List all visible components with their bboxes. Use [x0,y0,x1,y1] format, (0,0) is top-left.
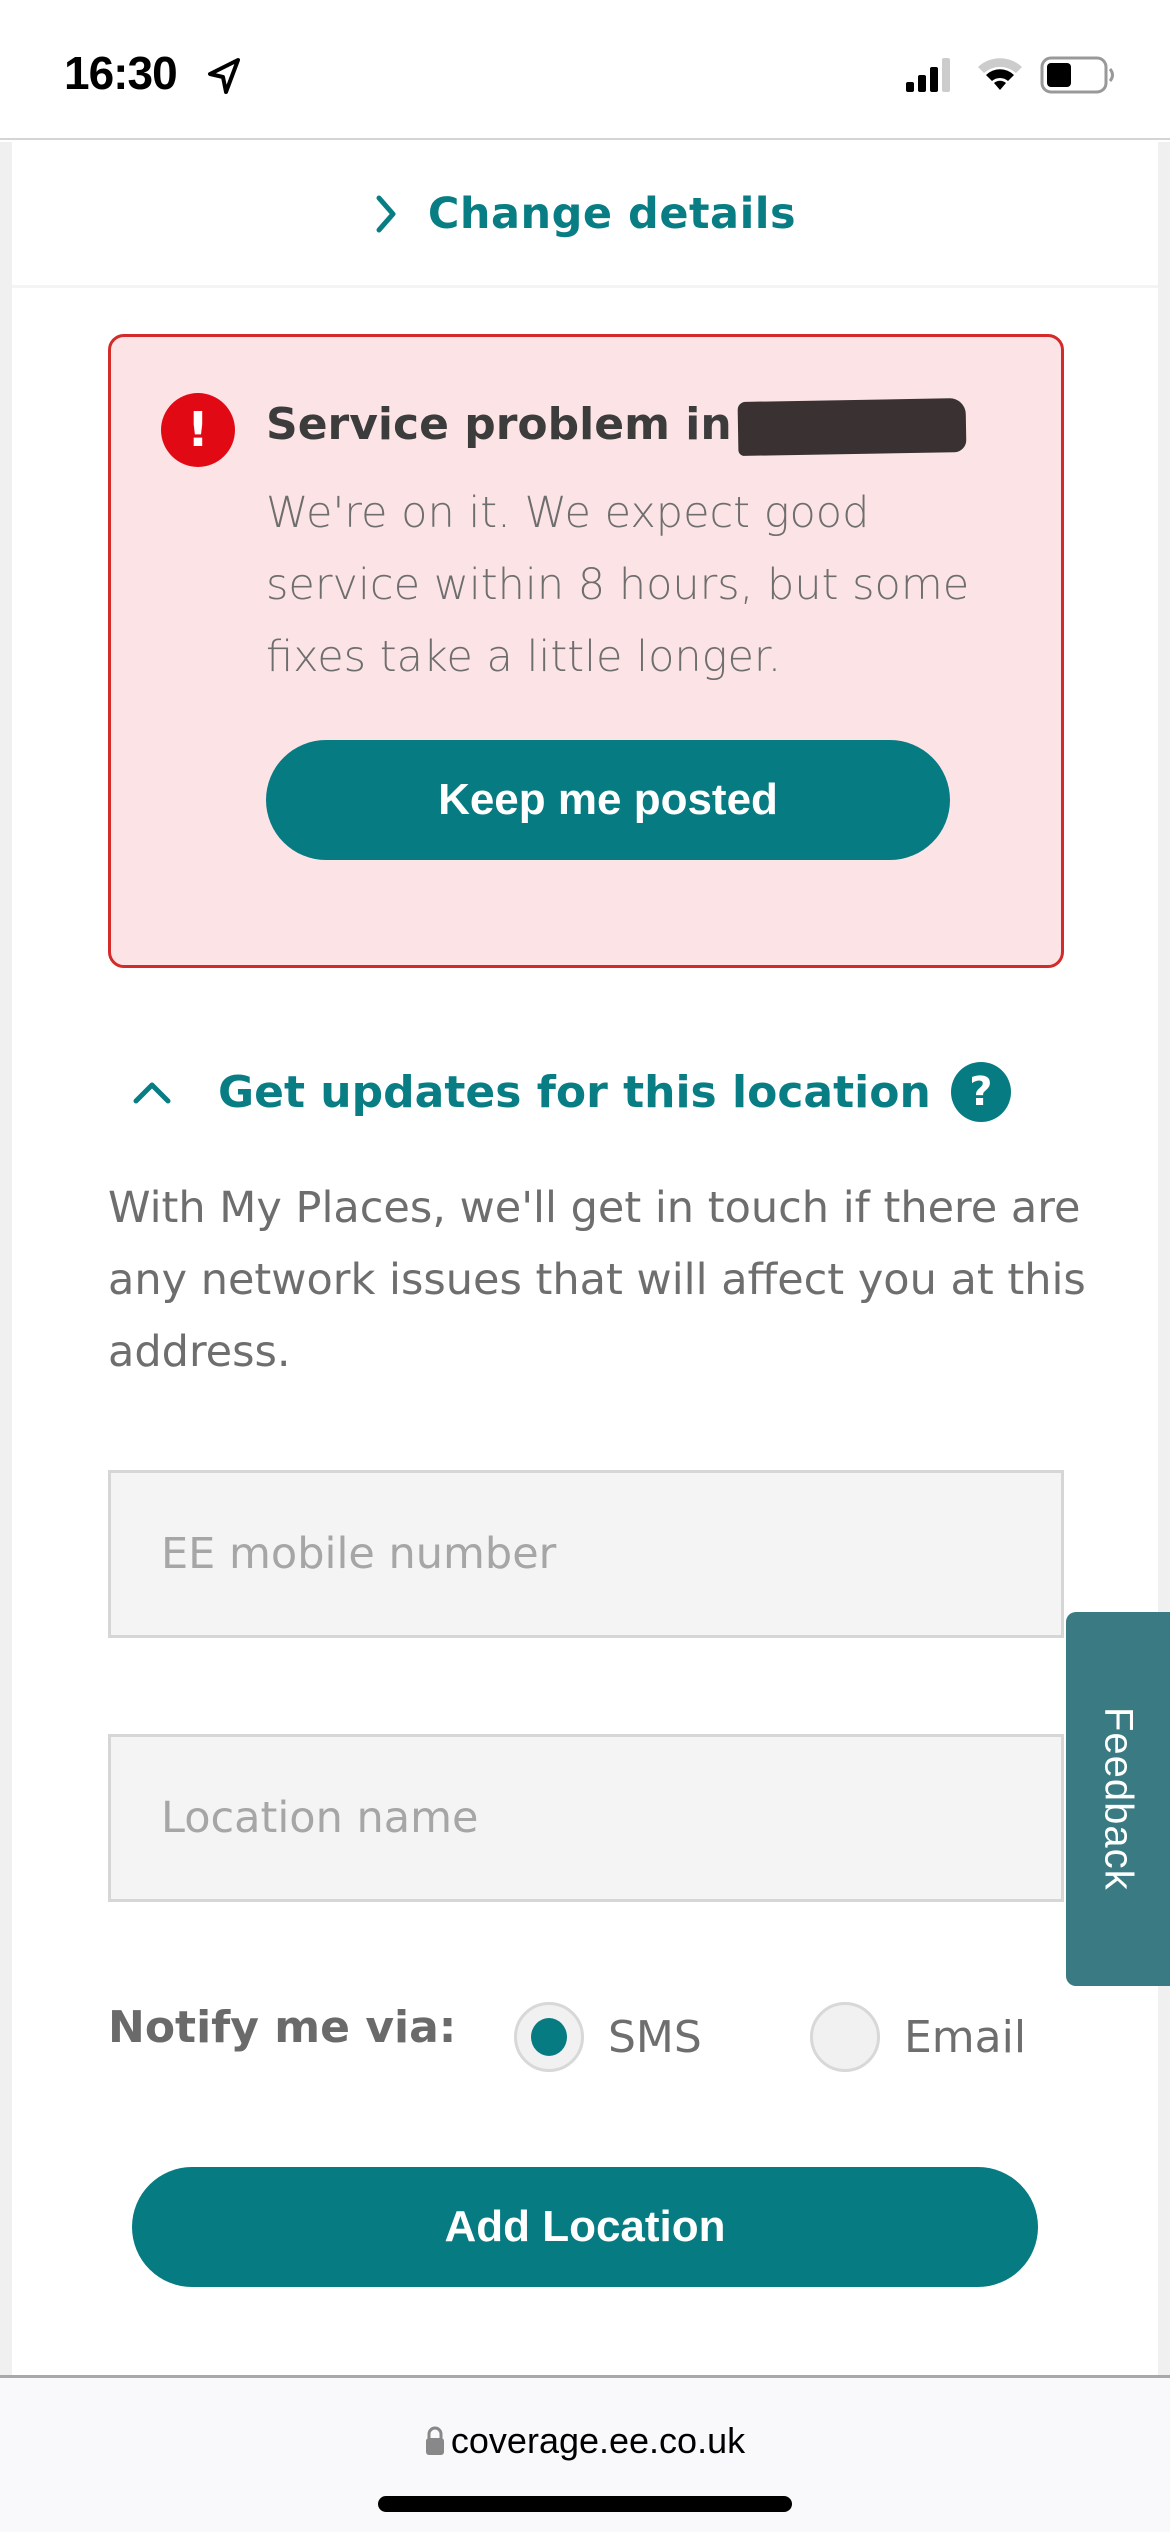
lock-icon [425,2426,444,2455]
change-details-link[interactable]: Change details [12,142,1158,288]
mobile-number-input[interactable] [108,1470,1064,1638]
add-location-button[interactable]: Add Location [132,2167,1038,2287]
status-time: 16:30 [64,47,178,99]
alert-title: Service problem in [266,398,967,456]
radio-circle-selected[interactable] [514,2002,584,2072]
notify-label: Notify me via: [108,2002,457,2053]
feedback-label: Feedback [1096,1707,1141,1891]
alert-title-text: Service problem in [266,399,732,450]
notify-sms-radio[interactable]: SMS [514,2002,702,2072]
address-bar[interactable]: coverage.ee.co.uk [0,2420,1170,2462]
cellular-signal-icon [906,58,950,92]
service-alert: ! Service problem in We're on it. We exp… [108,334,1064,968]
status-bar: 16:30 [0,0,1170,140]
feedback-tab[interactable]: Feedback [1066,1612,1170,1986]
location-name-input[interactable] [108,1734,1064,1902]
web-page: Change details ! Service problem in We'r… [0,142,1170,2375]
location-arrow-icon [208,58,240,94]
alert-body: We're on it. We expect good service with… [266,488,970,682]
notify-email-radio[interactable]: Email [810,2002,1026,2072]
chevron-right-icon [376,195,396,232]
question-icon[interactable]: ? [950,1062,1011,1122]
email-label: Email [904,2011,1027,2063]
redacted-location [737,398,967,456]
updates-description: With My Places, we'll get in touch if th… [108,1183,1086,1377]
sms-label: SMS [608,2011,702,2063]
exclamation-icon: ! [161,393,235,467]
page-content: Change details ! Service problem in We'r… [12,142,1158,2375]
get-updates-toggle[interactable]: Get updates for this location ? [108,1062,1011,1122]
keep-me-posted-button[interactable]: Keep me posted [266,740,950,860]
change-details-label: Change details [427,188,797,239]
radio-dot [531,2018,567,2056]
home-indicator[interactable] [378,2496,792,2512]
battery-icon [1040,56,1114,94]
get-updates-label: Get updates for this location [218,1066,931,1118]
browser-bottom-bar: coverage.ee.co.uk [0,2375,1170,2532]
chevron-up-icon [133,1082,171,1104]
wifi-icon [978,58,1022,90]
url-text: coverage.ee.co.uk [450,2420,746,2461]
radio-circle[interactable] [810,2002,880,2072]
